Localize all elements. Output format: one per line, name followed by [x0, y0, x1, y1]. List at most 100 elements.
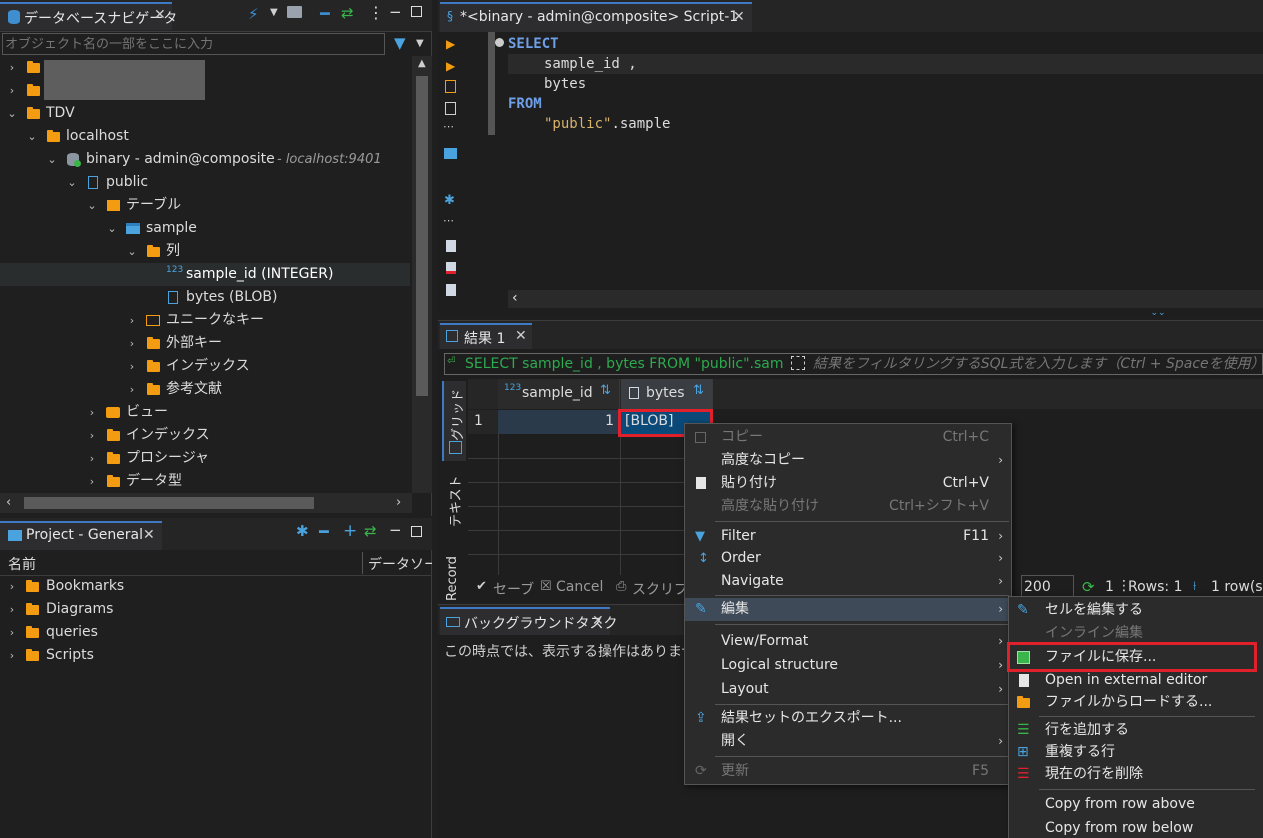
maximize-icon[interactable]: [411, 526, 422, 537]
chevron-right-icon[interactable]: ›: [126, 332, 138, 355]
minimize-icon[interactable]: −: [389, 521, 402, 539]
new-folder-icon[interactable]: [287, 6, 302, 18]
chevron-right-icon[interactable]: ›: [6, 79, 18, 102]
menu-item-copy[interactable]: コピー Ctrl+C: [685, 426, 1011, 449]
pin-icon[interactable]: ⟊: [1193, 579, 1196, 594]
menu-item-open[interactable]: 開く ›: [685, 730, 1011, 753]
submenu-item-copy-below[interactable]: Copy from row below: [1009, 817, 1263, 838]
chevron-right-icon[interactable]: ›: [6, 575, 18, 598]
filter-icon[interactable]: ▼: [394, 34, 406, 52]
chevron-right-icon[interactable]: ›: [86, 470, 98, 493]
more-icon[interactable]: ⋯: [443, 120, 454, 133]
col-header-datasource[interactable]: データソース: [368, 554, 432, 574]
side-tab-record[interactable]: Record: [442, 547, 466, 603]
close-icon[interactable]: ✕: [592, 613, 604, 629]
editor-hscroll[interactable]: ‹: [508, 290, 1263, 308]
menu-item-filter[interactable]: ▼ Filter F11 ›: [685, 525, 1011, 548]
execute-script-icon[interactable]: ▶: [446, 59, 455, 73]
chevron-right-icon[interactable]: ›: [86, 401, 98, 424]
splitter-handle[interactable]: ⌄⌄: [1138, 308, 1178, 318]
check-icon[interactable]: ✔: [476, 579, 487, 594]
chevron-down-icon[interactable]: ⌄: [106, 217, 118, 240]
sort-filter-icon[interactable]: ⇅: [693, 383, 704, 398]
expand-icon[interactable]: [791, 356, 805, 370]
refresh-icon[interactable]: ⟳: [1082, 578, 1095, 596]
more-icon[interactable]: ⋯: [443, 214, 454, 227]
tree-item-col-sample-id[interactable]: 123 sample_id (INTEGER): [0, 263, 410, 286]
submenu-item-open-external[interactable]: Open in external editor: [1009, 669, 1263, 692]
chevron-right-icon[interactable]: ›: [126, 378, 138, 401]
chevron-down-icon[interactable]: ⌄: [86, 194, 98, 217]
col-header-sample-id[interactable]: 123 sample_id ⇅: [498, 379, 620, 409]
connect-icon[interactable]: ⚡: [248, 5, 259, 23]
chevron-down-icon[interactable]: ⌄: [126, 240, 138, 263]
navigator-filter-input[interactable]: [2, 33, 385, 55]
cancel-button[interactable]: Cancel: [556, 579, 603, 595]
editor-tab[interactable]: § *<binary - admin@composite> Script-1 ✕: [440, 2, 752, 32]
navigator-vscroll[interactable]: ▲: [412, 56, 432, 493]
navigator-vscroll-thumb[interactable]: [416, 76, 428, 396]
submenu-item-delete-row[interactable]: ☰ 現在の行を削除: [1009, 763, 1263, 786]
chevron-right-icon[interactable]: ›: [6, 56, 18, 79]
menu-item-logical-structure[interactable]: Logical structure ›: [685, 654, 1011, 677]
chevron-down-icon[interactable]: ⌄: [46, 148, 58, 171]
delete-script-icon[interactable]: [446, 262, 456, 274]
chevron-right-icon[interactable]: ›: [6, 621, 18, 644]
close-icon[interactable]: ✕: [515, 328, 527, 344]
add-icon[interactable]: +: [343, 521, 357, 541]
submenu-item-duplicate-row[interactable]: ⊞ 重複する行: [1009, 741, 1263, 764]
close-icon[interactable]: ✕: [733, 9, 745, 25]
minimize-icon[interactable]: −: [389, 3, 402, 21]
sort-filter-icon[interactable]: ⇅: [600, 383, 611, 398]
close-icon[interactable]: ✕: [154, 7, 166, 23]
menu-item-paste[interactable]: 貼り付け Ctrl+V: [685, 472, 1011, 495]
chevron-right-icon[interactable]: ›: [6, 644, 18, 667]
explain-icon[interactable]: [445, 80, 456, 93]
menu-item-order[interactable]: ↕ Order ›: [685, 547, 1011, 570]
collapse-icon[interactable]: ━: [320, 4, 330, 23]
menu-item-edit[interactable]: ✎ 編集 ›: [685, 598, 1011, 621]
chevron-down-icon[interactable]: ▼: [416, 38, 424, 49]
terminal-icon[interactable]: [444, 148, 457, 159]
submenu-item-edit-cell[interactable]: ✎ セルを編集する: [1009, 599, 1263, 622]
menu-icon[interactable]: ⋮: [368, 3, 384, 22]
tree-item-connection[interactable]: ⌄ binary - admin@composite - localhost:9…: [0, 148, 410, 171]
chevron-down-icon[interactable]: ⌄: [6, 102, 18, 125]
navigator-hscroll[interactable]: ‹ ›: [0, 493, 412, 513]
link-icon[interactable]: ⇄: [341, 4, 354, 22]
chevron-right-icon[interactable]: ›: [86, 447, 98, 470]
chevron-right-icon[interactable]: ›: [86, 424, 98, 447]
cell-sample-id[interactable]: 1: [498, 410, 620, 434]
chevron-right-icon[interactable]: ›: [126, 309, 138, 332]
col-header-bytes[interactable]: bytes ⇅: [621, 379, 713, 409]
menu-item-navigate[interactable]: Navigate ›: [685, 570, 1011, 593]
menu-item-view-format[interactable]: View/Format ›: [685, 630, 1011, 653]
execute-icon[interactable]: ▶: [446, 37, 455, 51]
menu-item-advanced-paste[interactable]: 高度な貼り付け Ctrl+シフト+V: [685, 495, 1011, 518]
load-script-icon[interactable]: [446, 284, 456, 296]
chevron-left-icon[interactable]: ‹: [512, 290, 518, 306]
col-header-name[interactable]: 名前: [8, 554, 36, 574]
chevron-right-icon[interactable]: ›: [396, 495, 401, 510]
navigator-hscroll-thumb[interactable]: [24, 497, 314, 509]
settings-icon[interactable]: ✱: [296, 522, 309, 540]
chevron-right-icon[interactable]: ›: [6, 598, 18, 621]
script-icon[interactable]: ⎙: [616, 579, 626, 594]
collapse-icon[interactable]: ━: [319, 522, 329, 541]
close-icon[interactable]: ✕: [143, 527, 155, 543]
menu-item-export[interactable]: ⇪ 結果セットのエクスポート...: [685, 707, 1011, 730]
menu-item-layout[interactable]: Layout ›: [685, 678, 1011, 701]
background-tab[interactable]: バックグラウンドタスク ✕: [440, 607, 617, 635]
chevron-down-icon[interactable]: ⌄: [66, 171, 78, 194]
code-area[interactable]: SELECT sample_id , bytes FROM "public".s…: [488, 32, 1263, 290]
maximize-icon[interactable]: [411, 6, 422, 17]
row-number[interactable]: 1: [468, 410, 498, 434]
chevron-down-icon[interactable]: ⌄: [26, 125, 38, 148]
link-icon[interactable]: ⇄: [364, 522, 377, 540]
cancel-icon[interactable]: ☒: [540, 579, 552, 594]
save-button[interactable]: セーブ: [493, 579, 534, 599]
navigator-tab[interactable]: データベースナビゲータ ✕: [0, 2, 177, 30]
history-icon[interactable]: [445, 102, 456, 115]
chevron-left-icon[interactable]: ‹: [6, 495, 11, 510]
results-tab[interactable]: 結果 1 ✕: [440, 323, 532, 349]
